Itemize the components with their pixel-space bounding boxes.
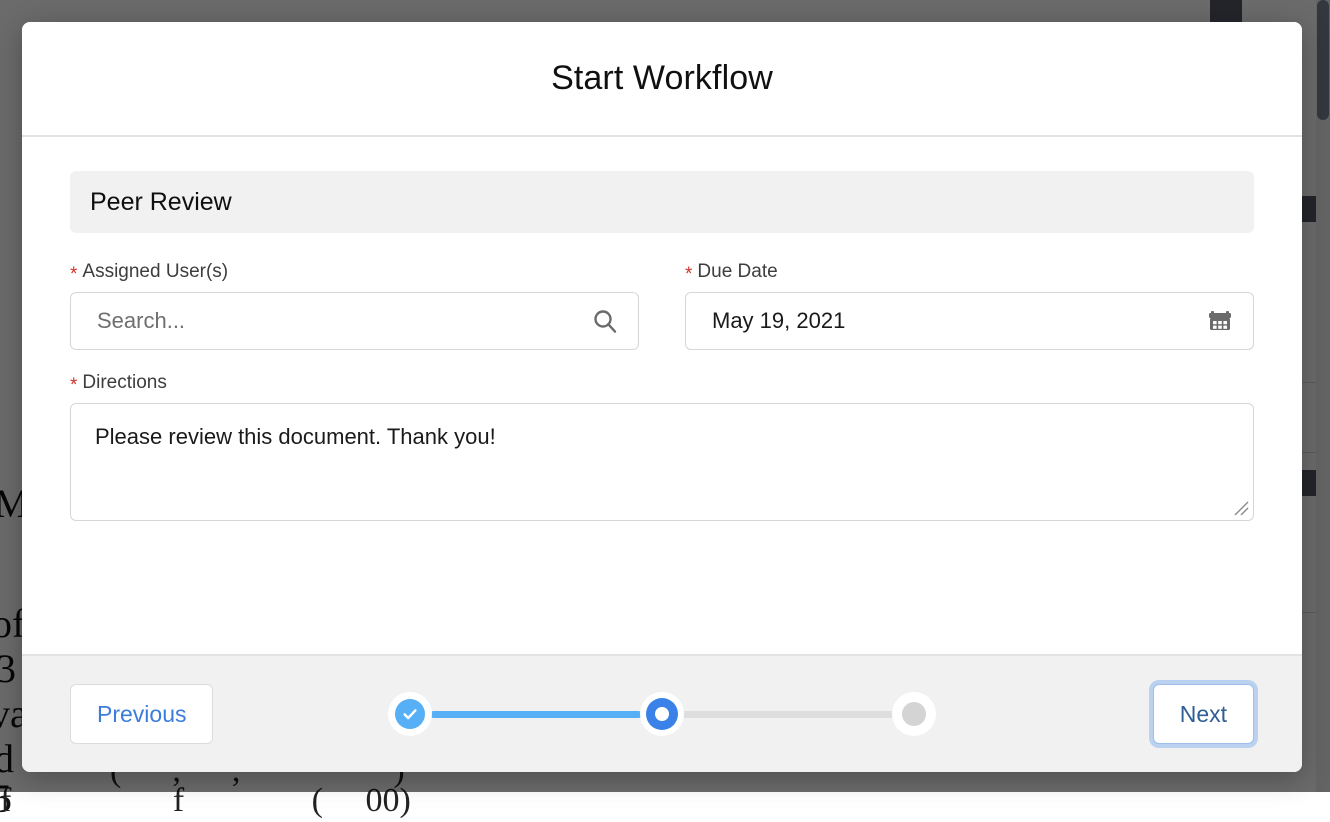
stepper-connector-filled bbox=[430, 711, 642, 718]
due-date-input-wrap[interactable] bbox=[685, 292, 1254, 350]
todo-step-dot bbox=[902, 702, 926, 726]
directions-textarea[interactable] bbox=[93, 420, 1231, 504]
workflow-stepper bbox=[388, 692, 936, 736]
stepper-step-2-active[interactable] bbox=[640, 692, 684, 736]
search-input[interactable] bbox=[95, 307, 586, 335]
check-icon bbox=[395, 699, 425, 729]
due-date-label-text: Due Date bbox=[697, 261, 777, 283]
workflow-section-title: Peer Review bbox=[90, 188, 232, 217]
previous-button[interactable]: Previous bbox=[70, 684, 213, 744]
search-icon[interactable] bbox=[590, 306, 620, 336]
directions-label: * Directions bbox=[70, 372, 1254, 394]
active-step-inner bbox=[655, 707, 669, 721]
due-date-field[interactable] bbox=[710, 307, 1201, 335]
page-title: Start Workflow bbox=[551, 59, 773, 98]
required-asterisk: * bbox=[70, 376, 77, 395]
assigned-users-label: * Assigned User(s) bbox=[70, 261, 639, 283]
active-step-dot bbox=[646, 698, 678, 730]
directions-textarea-wrap[interactable] bbox=[70, 403, 1254, 521]
modal-body: Peer Review * Assigned User(s) bbox=[22, 137, 1302, 654]
stepper-step-1-completed[interactable] bbox=[388, 692, 432, 736]
workflow-section-banner: Peer Review bbox=[70, 171, 1254, 233]
due-date-label: * Due Date bbox=[685, 261, 1254, 283]
next-button[interactable]: Next bbox=[1153, 684, 1254, 744]
required-asterisk: * bbox=[685, 265, 692, 284]
directions-label-text: Directions bbox=[82, 372, 166, 394]
assigned-users-label-text: Assigned User(s) bbox=[82, 261, 228, 283]
calendar-icon[interactable] bbox=[1205, 306, 1235, 336]
field-row-top: * Assigned User(s) * Du bbox=[70, 261, 1254, 350]
resize-handle-icon[interactable] bbox=[1232, 499, 1250, 517]
start-workflow-modal: Start Workflow Peer Review * Assigned Us… bbox=[22, 22, 1302, 772]
directions-field-group: * Directions bbox=[70, 372, 1254, 521]
required-asterisk: * bbox=[70, 265, 77, 284]
stepper-connector-empty bbox=[682, 711, 894, 718]
stepper-step-3-todo[interactable] bbox=[892, 692, 936, 736]
modal-footer: Previous Next bbox=[22, 654, 1302, 772]
modal-header: Start Workflow bbox=[22, 22, 1302, 137]
assigned-users-field-group: * Assigned User(s) bbox=[70, 261, 639, 350]
due-date-field-group: * Due Date bbox=[685, 261, 1254, 350]
assigned-users-input-wrap[interactable] bbox=[70, 292, 639, 350]
